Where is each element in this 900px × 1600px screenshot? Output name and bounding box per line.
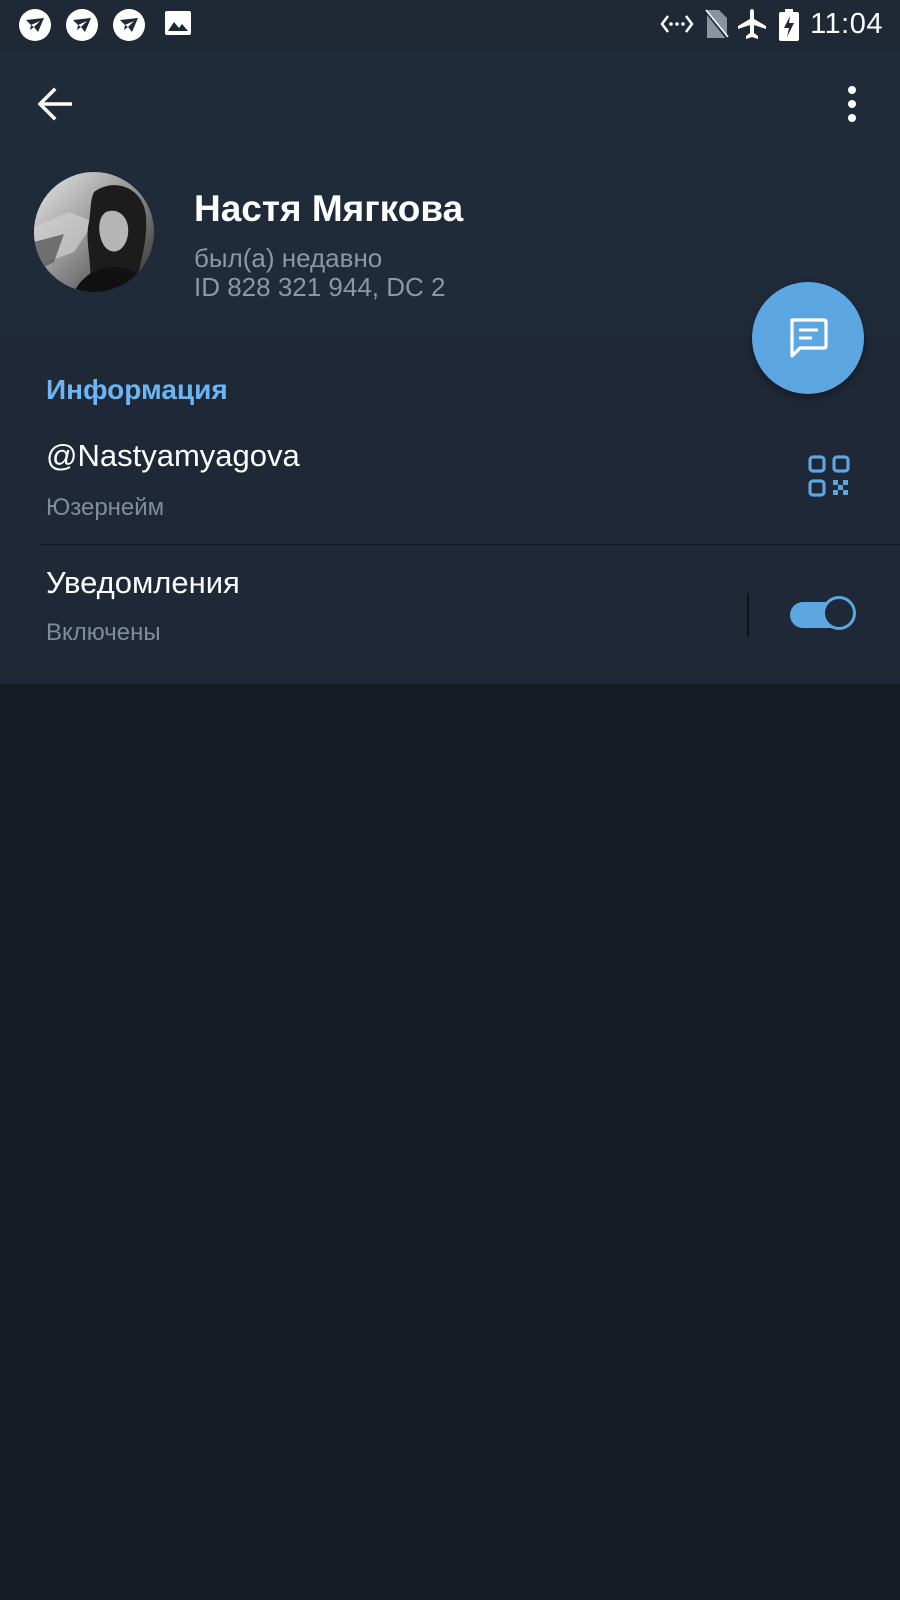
- more-options-button[interactable]: [832, 80, 872, 128]
- send-message-button[interactable]: [752, 282, 864, 394]
- more-vertical-icon: [848, 86, 856, 122]
- telegram-icon: [113, 9, 145, 41]
- username-label: Юзернейм: [46, 494, 165, 521]
- section-title-info: Информация: [46, 374, 228, 405]
- message-icon: [790, 318, 828, 358]
- arrow-left-icon: [37, 87, 72, 121]
- data-saver-icon: [660, 15, 694, 33]
- battery-charging-icon: [779, 9, 799, 41]
- notifications-row[interactable]: Уведомления Включены: [0, 545, 900, 684]
- qr-code-button[interactable]: [808, 455, 850, 497]
- row-divider: [40, 544, 900, 545]
- avatar-photo: [34, 172, 154, 292]
- telegram-icon: [66, 9, 98, 41]
- toggle-knob: [822, 596, 856, 630]
- back-button[interactable]: [32, 80, 80, 128]
- avatar[interactable]: [34, 172, 154, 292]
- notifications-title: Уведомления: [46, 565, 240, 600]
- toggle-separator: [747, 593, 749, 637]
- qr-code-icon: [808, 455, 850, 497]
- status-time: 11:04: [810, 8, 883, 40]
- empty-content-area: [0, 684, 900, 1600]
- image-icon: [165, 11, 191, 35]
- status-bar: 11:04: [0, 0, 900, 50]
- airplane-mode-icon: [738, 9, 766, 39]
- profile-name: Настя Мягкова: [194, 188, 464, 229]
- profile-header: Настя Мягкова был(а) недавно ID 828 321 …: [0, 50, 900, 336]
- username-row[interactable]: @Nastyamyagova Юзернейм: [0, 420, 900, 544]
- user-id-line: ID 828 321 944, DC 2: [194, 272, 446, 302]
- username-value: @Nastyamyagova: [46, 438, 300, 473]
- notifications-value: Включены: [46, 619, 161, 646]
- no-sim-icon: [703, 9, 729, 40]
- telegram-icon: [19, 9, 51, 41]
- last-seen-status: был(а) недавно: [194, 243, 383, 273]
- profile-screen: 11:04 Настя Мягкова был(а) недавно ID 82…: [0, 0, 900, 1600]
- notifications-toggle[interactable]: [790, 596, 858, 634]
- info-section: Информация @Nastyamyagova Юзернейм Уведо…: [0, 336, 900, 684]
